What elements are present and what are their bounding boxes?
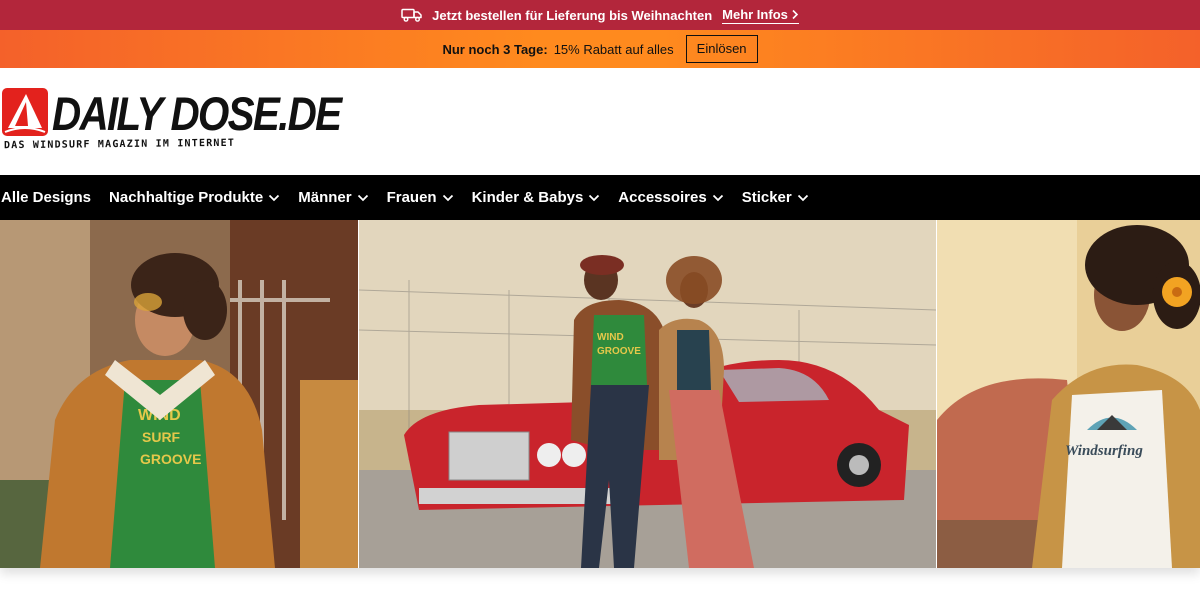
promo-bar: Nur noch 3 Tage: 15% Rabatt auf alles Ei… — [0, 30, 1200, 68]
nav-item-kinder-babys[interactable]: Kinder & Babys — [472, 189, 601, 206]
nav-item-label: Männer — [298, 189, 352, 206]
redeem-button[interactable]: Einlösen — [685, 35, 758, 63]
nav-item-label: Accessoires — [618, 189, 707, 206]
nav-item-sticker[interactable]: Sticker — [742, 189, 809, 206]
promo-countdown: Nur noch 3 Tage: — [442, 41, 548, 57]
nav-item-maenner[interactable]: Männer — [298, 189, 368, 206]
shirt-print-text: WIND — [597, 332, 624, 343]
site-header: DAILY DOSE.DE DAS WINDSURF MAGAZIN IM IN… — [0, 68, 1200, 175]
site-logo[interactable]: DAILY DOSE.DE DAS WINDSURF MAGAZIN IM IN… — [0, 86, 342, 156]
hero-banner[interactable]: WIND SURF GROOVE — [0, 220, 1200, 568]
shirt-print-text: SURF — [142, 429, 181, 445]
chevron-right-icon — [792, 9, 799, 19]
nav-item-frauen[interactable]: Frauen — [387, 189, 454, 206]
hero-photo-woman-flower: Windsurfing — [937, 220, 1200, 568]
logo-mark-icon — [2, 88, 48, 136]
nav-item-accessoires[interactable]: Accessoires — [618, 189, 723, 206]
nav-item-nachhaltige-produkte[interactable]: Nachhaltige Produkte — [109, 189, 280, 206]
truck-icon — [401, 8, 423, 22]
promo-text: 15% Rabatt auf alles — [553, 41, 674, 57]
nav-item-label: Kinder & Babys — [471, 189, 584, 206]
shirt-print-text: GROOVE — [597, 346, 641, 357]
more-info-label: Mehr Infos — [722, 6, 788, 22]
shirt-print-text: Windsurfing — [1065, 443, 1143, 459]
announcement-text: Jetzt bestellen für Lieferung bis Weihna… — [432, 7, 713, 23]
nav-item-label: Sticker — [741, 189, 792, 206]
more-info-link[interactable]: Mehr Infos — [722, 7, 799, 24]
chevron-down-icon — [442, 194, 453, 201]
chevron-down-icon — [269, 194, 280, 201]
announcement-bar: Jetzt bestellen für Lieferung bis Weihna… — [0, 0, 1200, 30]
logo-tagline: DAS WINDSURF MAGAZIN IM INTERNET — [3, 137, 236, 152]
chevron-down-icon — [589, 194, 600, 201]
nav-item-label: Alle Designs — [1, 189, 92, 206]
hero-photo-man-jacket: WIND SURF GROOVE — [0, 220, 358, 568]
nav-item-label: Nachhaltige Produkte — [109, 189, 264, 206]
main-navigation: Alle Designs Nachhaltige Produkte Männer… — [0, 175, 1200, 220]
hero-photo-couple-car: WIND GROOVE — [359, 220, 936, 568]
shirt-print-text: GROOVE — [140, 451, 201, 467]
chevron-down-icon — [357, 194, 368, 201]
logo-wordmark: DAILY DOSE.DE — [52, 87, 342, 140]
nav-item-alle-designs[interactable]: Alle Designs — [1, 189, 91, 206]
nav-item-label: Frauen — [386, 189, 437, 206]
chevron-down-icon — [712, 194, 723, 201]
chevron-down-icon — [797, 194, 808, 201]
